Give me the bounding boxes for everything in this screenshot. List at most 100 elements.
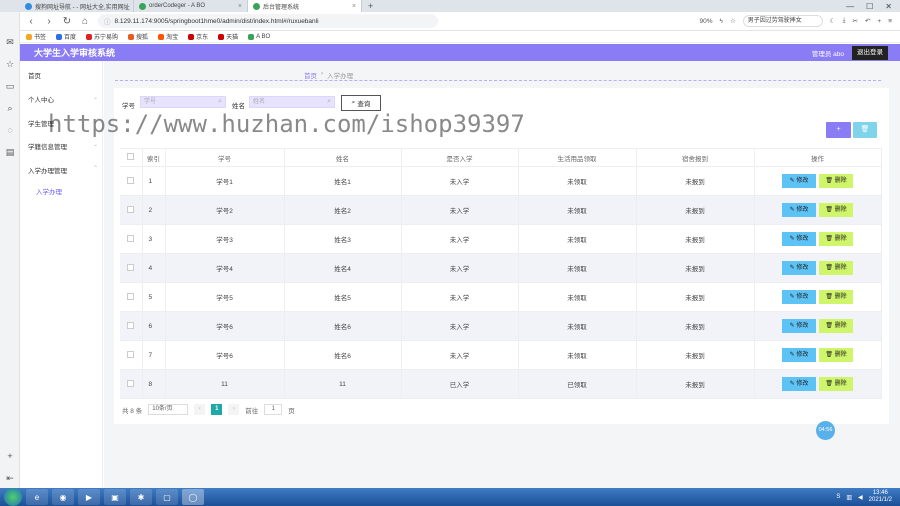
window-icon[interactable]: ▢ [156, 489, 178, 505]
close-tab-icon[interactable]: × [352, 3, 356, 10]
start-button[interactable] [4, 488, 22, 506]
delete-button[interactable]: 🗑 删除 [819, 174, 853, 188]
star-icon[interactable]: ☆ [4, 58, 16, 70]
menu-item-home[interactable]: 首页 [28, 70, 98, 80]
row-select[interactable] [120, 282, 143, 312]
mail-icon[interactable]: ✉ [4, 36, 16, 48]
row-checkbox[interactable] [127, 379, 135, 387]
row-checkbox[interactable] [127, 321, 135, 329]
edit-button[interactable]: ✎ 修改 [782, 290, 816, 304]
note-icon[interactable]: ▤ [4, 146, 16, 158]
bookmark-item[interactable]: 书签 [26, 32, 46, 41]
name-input[interactable]: 姓名 ⌕ [249, 96, 335, 108]
select-all-checkbox[interactable] [127, 153, 135, 160]
browser-tab[interactable]: 后台管理系统 × [248, 0, 362, 12]
row-checkbox[interactable] [127, 205, 135, 213]
row-select[interactable] [120, 369, 143, 399]
batch-delete-button[interactable]: 🗑 [853, 122, 877, 138]
prev-page-icon[interactable]: ‹ [194, 404, 206, 415]
menu-item-records[interactable]: 学籍信息管理 ⌄ [28, 141, 98, 151]
menu-icon[interactable]: ≡ [888, 18, 892, 25]
plus-icon[interactable]: + [877, 18, 881, 25]
download-icon[interactable]: ⤓ [843, 17, 846, 25]
bookmark-item[interactable]: 天猫 [218, 32, 238, 41]
bookmark-item[interactable]: A BO [248, 33, 270, 40]
browser-tab[interactable]: orderCodeger - A BO × [134, 0, 248, 12]
delete-button[interactable]: 🗑 删除 [819, 377, 853, 391]
edit-button[interactable]: ✎ 修改 [782, 377, 816, 391]
row-checkbox[interactable] [127, 234, 135, 242]
next-page-icon[interactable]: › [228, 404, 240, 415]
home-icon[interactable]: ⌂ [80, 16, 90, 27]
back-icon[interactable]: ‹ [26, 16, 36, 27]
refresh-icon[interactable]: ↻ [62, 16, 72, 27]
breadcrumb-home[interactable]: 首页 [304, 70, 317, 80]
edit-button[interactable]: ✎ 修改 [782, 203, 816, 217]
browser-icon[interactable]: ◯ [182, 489, 204, 505]
row-select[interactable] [120, 311, 143, 341]
undo-icon[interactable]: ↶ [865, 17, 870, 25]
moon-icon[interactable]: ☾ [830, 17, 836, 25]
cut-icon[interactable]: ✂ [853, 17, 858, 25]
bookmark-item[interactable]: 百度 [56, 32, 76, 41]
book-icon[interactable]: ▭ [4, 80, 16, 92]
select-all-header[interactable] [120, 148, 143, 167]
row-select[interactable] [120, 224, 143, 254]
clock[interactable]: 13:46 2021/1/2 [869, 490, 892, 504]
logout-button[interactable]: 退出登录 [852, 45, 888, 60]
add-button[interactable]: + [826, 122, 851, 138]
bookmark-item[interactable]: 搜狐 [128, 32, 148, 41]
maximize-icon[interactable]: ☐ [866, 2, 873, 11]
delete-button[interactable]: 🗑 删除 [819, 319, 853, 333]
forward-icon[interactable]: › [44, 16, 54, 27]
collapse-icon[interactable]: ⇤ [4, 472, 16, 484]
url-field[interactable]: ⓘ 8.129.11.174:9005/springboot1hme0/admi… [98, 14, 438, 28]
delete-button[interactable]: 🗑 删除 [819, 348, 853, 362]
close-window-icon[interactable]: ✕ [885, 2, 892, 11]
app-icon-green[interactable]: ◉ [52, 489, 74, 505]
row-select[interactable] [120, 166, 143, 196]
ime-icon[interactable]: S [836, 494, 840, 500]
delete-button[interactable]: 🗑 删除 [819, 203, 853, 217]
folder-icon[interactable]: ▣ [104, 489, 126, 505]
edit-button[interactable]: ✎ 修改 [782, 232, 816, 246]
page-size-select[interactable]: 10条/页 [148, 404, 189, 415]
row-checkbox[interactable] [127, 263, 135, 271]
ie-icon[interactable]: e [26, 489, 48, 505]
menu-item-profile[interactable]: 个人中心 ⌄ [28, 94, 98, 104]
page-number[interactable]: 1 [211, 404, 223, 415]
row-select[interactable] [120, 340, 143, 370]
edit-button[interactable]: ✎ 修改 [782, 261, 816, 275]
menu-item-enrollment[interactable]: 入学办理管理 ⌃ [28, 165, 98, 175]
new-tab-button[interactable]: + [362, 0, 379, 12]
edit-button[interactable]: ✎ 修改 [782, 348, 816, 362]
minimize-icon[interactable]: — [846, 2, 854, 11]
bolt-icon[interactable]: ϟ [720, 18, 723, 25]
add-icon[interactable]: + [4, 450, 16, 462]
row-checkbox[interactable] [127, 350, 135, 358]
volume-icon[interactable]: ◀ [858, 494, 863, 501]
close-tab-icon[interactable]: × [238, 3, 242, 10]
row-select[interactable] [120, 253, 143, 283]
bookmark-item[interactable]: 苏宁易购 [86, 32, 118, 41]
media-player-icon[interactable]: ▶ [78, 489, 100, 505]
favorite-icon[interactable]: ☆ [730, 17, 736, 25]
delete-button[interactable]: 🗑 删除 [819, 261, 853, 275]
row-checkbox[interactable] [127, 292, 135, 300]
browser-search-box[interactable]: 男子因过劳驾驶摔女 [742, 15, 823, 27]
student-no-input[interactable]: 学号 ⌕ [140, 96, 226, 108]
query-button[interactable]: ⌕ 查询 [341, 95, 381, 111]
edit-button[interactable]: ✎ 修改 [782, 319, 816, 333]
row-checkbox[interactable] [127, 176, 135, 184]
delete-button[interactable]: 🗑 删除 [819, 232, 853, 246]
browser-tab[interactable]: 搜狗网址导航 - - 网址大全,实用网址× [20, 0, 134, 12]
network-icon[interactable]: ▥ [846, 494, 852, 501]
zoom-level[interactable]: 90% [700, 18, 713, 25]
edit-button[interactable]: ✎ 修改 [782, 174, 816, 188]
bookmark-item[interactable]: 京东 [188, 32, 208, 41]
tools-icon[interactable]: ✱ [130, 489, 152, 505]
row-select[interactable] [120, 195, 143, 225]
search-icon[interactable]: ⌕ [4, 102, 16, 114]
timer-badge[interactable]: 04:56 [816, 421, 835, 440]
menu-sub-enrollment[interactable]: 入学办理 [36, 186, 62, 196]
